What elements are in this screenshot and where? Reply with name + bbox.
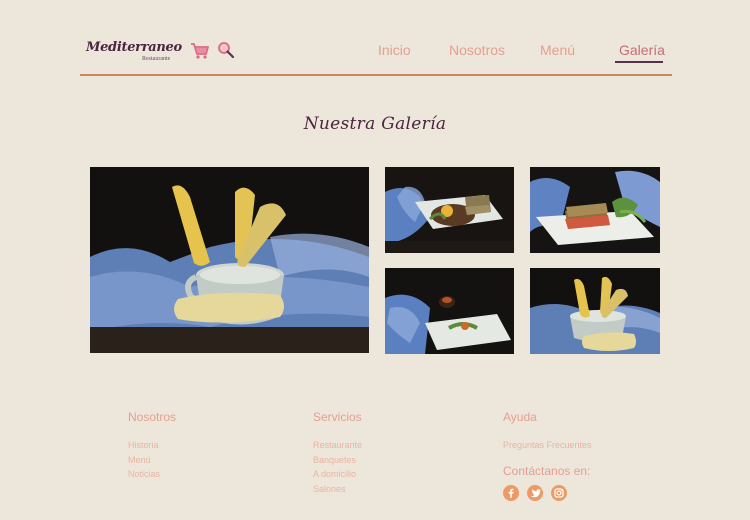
gallery-photo-dish[interactable] (385, 268, 514, 354)
logo-name: Mediterraneo (86, 40, 182, 55)
logo-subtitle: Restaurante (142, 56, 171, 62)
site-header: Mediterraneo Restaurante Inicio Nosotros… (80, 36, 672, 76)
nav-nosotros[interactable]: Nosotros (449, 42, 505, 58)
footer-ayuda: Ayuda Preguntas Frecuentes (503, 410, 592, 453)
footer-servicios: Servicios Restaurante Banquetes A domici… (313, 410, 362, 496)
twitter-icon[interactable] (527, 485, 543, 501)
gallery-photo-corn-small[interactable] (530, 268, 660, 354)
page-title: Nuestra Galería (303, 114, 447, 134)
footer-link-a-domicilio[interactable]: A domicilio (313, 467, 362, 482)
search-icon[interactable] (217, 41, 235, 59)
footer-link-noticias[interactable]: Noticias (128, 467, 176, 482)
cart-icon[interactable] (190, 42, 210, 60)
header-divider (80, 74, 672, 76)
footer-link-preguntas-frecuentes[interactable]: Preguntas Frecuentes (503, 438, 592, 453)
facebook-icon[interactable] (503, 485, 519, 501)
active-nav-indicator (615, 61, 663, 63)
logo[interactable]: Mediterraneo Restaurante (86, 40, 182, 62)
footer-heading-ayuda: Ayuda (503, 410, 537, 424)
footer-link-banquetes[interactable]: Banquetes (313, 453, 362, 468)
footer-link-menu[interactable]: Menú (128, 453, 176, 468)
gallery-photo-sandwich-greens[interactable] (530, 167, 660, 253)
footer-link-salones[interactable]: Salones (313, 482, 362, 497)
footer-heading-servicios: Servicios (313, 410, 362, 424)
footer-heading-nosotros: Nosotros (128, 410, 177, 424)
nav-galeria[interactable]: Galería (619, 42, 665, 58)
footer-link-historia[interactable]: Historia (128, 438, 176, 453)
footer-link-restaurante[interactable]: Restaurante (313, 438, 362, 453)
nav-menu[interactable]: Menú (540, 42, 575, 58)
nav-inicio[interactable]: Inicio (378, 42, 411, 58)
footer-heading-contact: Contáctanos en: (503, 464, 591, 478)
footer-nosotros: Nosotros Historia Menú Noticias (128, 410, 176, 482)
instagram-icon[interactable] (551, 485, 567, 501)
gallery-photo-corn-large[interactable] (90, 167, 369, 353)
gallery-photo-sandwich-cloth[interactable] (385, 167, 514, 253)
